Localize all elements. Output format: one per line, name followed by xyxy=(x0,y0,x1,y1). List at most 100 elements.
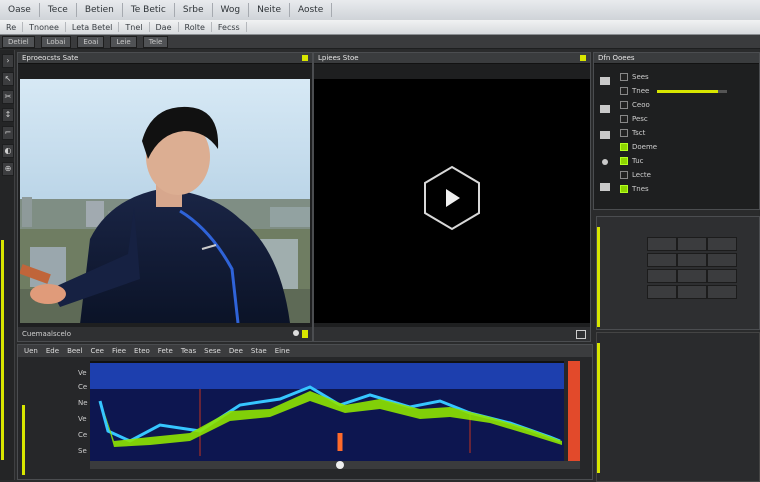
source-monitor-title: Eproeocsts Sate xyxy=(22,54,79,62)
toolbar-item[interactable]: Leta Betel xyxy=(66,22,120,32)
mixer-cell[interactable] xyxy=(707,237,737,251)
source-video-frame[interactable] xyxy=(20,79,310,323)
folder-icon[interactable] xyxy=(600,77,610,85)
razor-tool-icon[interactable]: ✂ xyxy=(2,90,14,104)
record-icon[interactable] xyxy=(602,159,608,165)
effect-checkbox[interactable] xyxy=(620,157,628,165)
effect-row[interactable]: Tuc xyxy=(620,155,644,167)
effects-panel-header: Dfn Ooees xyxy=(594,53,759,64)
timeline-header-item[interactable]: Uen xyxy=(24,347,38,355)
menu-sequence[interactable]: Te Betic xyxy=(123,3,175,17)
fullscreen-icon[interactable] xyxy=(576,329,586,339)
source-monitor-footer: Cuemaalscelo xyxy=(18,327,312,341)
toolbar: Re Tnonee Leta Betel Tnel Dae Rolte Fecs… xyxy=(0,20,760,35)
effect-row[interactable]: Pesc xyxy=(620,113,648,125)
panel-menu-icon[interactable] xyxy=(302,55,308,61)
workspace-button[interactable]: Detiel xyxy=(2,35,35,48)
fx-icon[interactable] xyxy=(600,131,610,139)
effect-label: Doeme xyxy=(632,143,658,151)
toolbar-item[interactable]: Tnel xyxy=(119,22,150,32)
menu-marker[interactable]: Srbe xyxy=(175,3,213,17)
mixer-cell[interactable] xyxy=(677,269,707,283)
effect-checkbox[interactable] xyxy=(620,129,628,137)
menu-edit[interactable]: Tece xyxy=(40,3,77,17)
pen-tool-icon[interactable]: ◐ xyxy=(2,144,14,158)
timeline-header-item[interactable]: Fiee xyxy=(112,347,126,355)
effect-checkbox[interactable] xyxy=(620,115,628,123)
mixer-cell[interactable] xyxy=(647,237,677,251)
play-icon[interactable] xyxy=(422,165,482,231)
toolbar-item[interactable]: Tnonee xyxy=(23,22,66,32)
timeline-header-item[interactable]: Beel xyxy=(67,347,82,355)
timeline-waveform[interactable] xyxy=(90,361,590,471)
transition-icon[interactable] xyxy=(600,183,610,191)
playhead-handle[interactable] xyxy=(336,461,344,469)
timeline-header-item[interactable]: Teas xyxy=(181,347,196,355)
source-monitor-header: Eproeocsts Sate xyxy=(18,53,312,64)
effect-row[interactable]: Tsct xyxy=(620,127,645,139)
timeline-header-item[interactable]: Eine xyxy=(275,347,290,355)
menu-file[interactable]: Oase xyxy=(0,3,40,17)
toolbar-item[interactable]: Fecss xyxy=(212,22,247,32)
timeline-header-item[interactable]: Stae xyxy=(251,347,267,355)
program-video-area[interactable] xyxy=(314,79,590,323)
effect-checkbox[interactable] xyxy=(620,185,628,193)
program-monitor-footer xyxy=(314,327,590,341)
mixer-cell[interactable] xyxy=(707,253,737,267)
mixer-cell[interactable] xyxy=(707,285,737,299)
timeline-accent xyxy=(22,405,25,475)
effect-label: Tnes xyxy=(632,185,649,193)
source-timecode: Cuemaalscelo xyxy=(22,330,72,338)
effect-row[interactable]: Sees xyxy=(620,71,649,83)
effect-checkbox[interactable] xyxy=(620,101,628,109)
toolbar-item[interactable]: Rolte xyxy=(179,22,212,32)
panel-menu-icon[interactable] xyxy=(580,55,586,61)
workspace-button[interactable]: Lobai xyxy=(40,35,72,48)
workspace-button[interactable]: Eoai xyxy=(77,35,105,48)
tools-accent-bar xyxy=(1,240,4,460)
mixer-cell[interactable] xyxy=(707,269,737,283)
timeline-header-item[interactable]: Ede xyxy=(46,347,59,355)
effect-row[interactable]: Tnes xyxy=(620,183,649,195)
menu-bar: Oase Tece Betien Te Betic Srbe Wog Neite… xyxy=(0,0,760,21)
ripple-tool-icon[interactable]: ↕ xyxy=(2,108,14,122)
effect-row[interactable]: Tnee xyxy=(620,85,728,97)
mixer-cell[interactable] xyxy=(677,253,707,267)
timeline-header-item[interactable]: Dee xyxy=(229,347,243,355)
track-select-icon[interactable]: ↖ xyxy=(2,72,14,86)
effect-checkbox[interactable] xyxy=(620,143,628,151)
mixer-cell[interactable] xyxy=(647,285,677,299)
mixer-cell[interactable] xyxy=(647,269,677,283)
effect-slider[interactable] xyxy=(657,89,728,93)
mixer-cell[interactable] xyxy=(677,285,707,299)
effect-checkbox[interactable] xyxy=(620,73,628,81)
workspace-button[interactable]: Tele xyxy=(142,35,169,48)
timeline-header-item[interactable]: Fete xyxy=(158,347,173,355)
zoom-tool-icon[interactable]: ⊕ xyxy=(2,162,14,176)
export-frame-icon[interactable] xyxy=(302,330,308,338)
timeline-header-item[interactable]: Cee xyxy=(90,347,104,355)
workspace-button[interactable]: Leie xyxy=(110,35,137,48)
selection-tool-icon[interactable]: › xyxy=(2,54,14,68)
toolbar-item[interactable]: Dae xyxy=(150,22,179,32)
menu-window[interactable]: Wog xyxy=(213,3,250,17)
menu-view[interactable]: Neite xyxy=(249,3,290,17)
source-monitor: Eproeocsts Sate Cuemaalscelo xyxy=(17,52,313,342)
effect-row[interactable]: Lecte xyxy=(620,169,651,181)
effect-label: Pesc xyxy=(632,115,648,123)
mixer-cell[interactable] xyxy=(677,237,707,251)
audio-mixer-panel xyxy=(596,216,760,330)
menu-help[interactable]: Aoste xyxy=(290,3,333,17)
effect-checkbox[interactable] xyxy=(620,87,628,95)
settings-icon[interactable] xyxy=(293,330,299,336)
timeline-header-item[interactable]: Sese xyxy=(204,347,221,355)
toolbar-item[interactable]: Re xyxy=(0,22,24,32)
effect-row[interactable]: Doeme xyxy=(620,141,657,153)
effect-checkbox[interactable] xyxy=(620,171,628,179)
timeline-header-item[interactable]: Eteo xyxy=(134,347,150,355)
mixer-cell[interactable] xyxy=(647,253,677,267)
effect-row[interactable]: Ceoo xyxy=(620,99,650,111)
wave-icon[interactable] xyxy=(600,105,610,113)
menu-clip[interactable]: Betien xyxy=(77,3,123,17)
slip-tool-icon[interactable]: ⌐ xyxy=(2,126,14,140)
